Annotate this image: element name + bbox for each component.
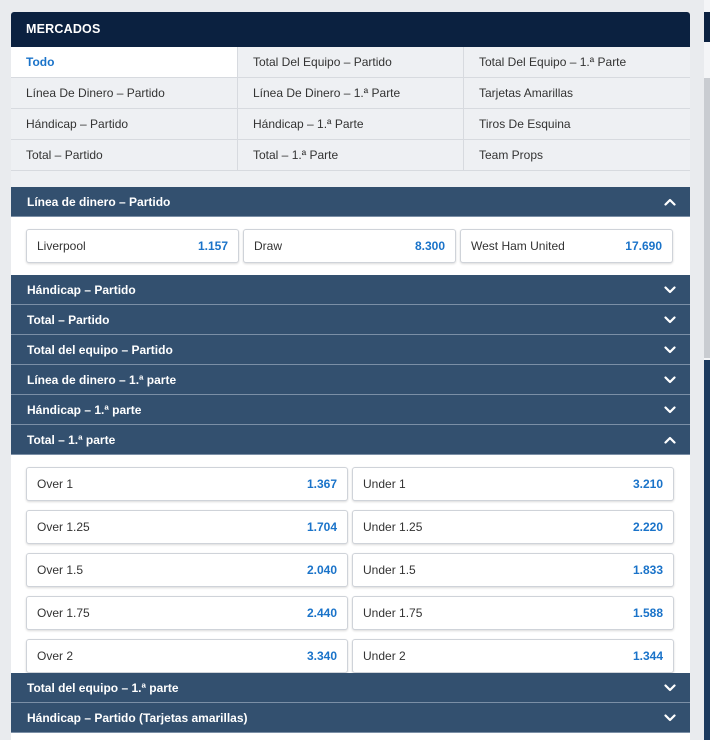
market-tab-corners[interactable]: Tiros De Esquina bbox=[464, 109, 690, 140]
odds-button-over[interactable]: Over 1.25 1.704 bbox=[26, 510, 348, 544]
odds-label: Draw bbox=[254, 239, 283, 253]
market-tab-moneyline-match[interactable]: Línea De Dinero – Partido bbox=[11, 78, 238, 109]
odds-label: Over 1.5 bbox=[37, 563, 84, 577]
odds-value: 3.340 bbox=[306, 649, 337, 663]
market-tab-yellow-cards[interactable]: Tarjetas Amarillas bbox=[464, 78, 690, 109]
chevron-down-icon bbox=[664, 712, 676, 724]
background-strip-bottom bbox=[704, 360, 710, 740]
odds-label: Over 1 bbox=[37, 477, 74, 491]
odds-value: 2.220 bbox=[632, 520, 663, 534]
odds-value: 3.210 bbox=[632, 477, 663, 491]
chevron-down-icon bbox=[664, 404, 676, 416]
market-tab-moneyline-1h[interactable]: Línea De Dinero – 1.ª Parte bbox=[238, 78, 464, 109]
section-header-handicap-match[interactable]: Hándicap – Partido bbox=[11, 275, 690, 305]
background-strip-mid bbox=[704, 78, 710, 358]
odds-button-under[interactable]: Under 1.25 2.220 bbox=[352, 510, 674, 544]
odds-label: Liverpool bbox=[37, 239, 86, 253]
market-tab-all[interactable]: Todo bbox=[11, 47, 238, 78]
odds-label: Under 2 bbox=[363, 649, 406, 663]
odds-button-over[interactable]: Over 1.75 2.440 bbox=[26, 596, 348, 630]
section-header-total-1h[interactable]: Total – 1.ª parte bbox=[11, 425, 690, 455]
section-header-moneyline-match[interactable]: Línea de dinero – Partido bbox=[11, 187, 690, 217]
total-1h-odds: Over 1 1.367 Under 1 3.210 Over 1.25 1.7… bbox=[11, 455, 690, 673]
odds-label: Under 1 bbox=[363, 477, 406, 491]
odds-label: Under 1.5 bbox=[363, 563, 416, 577]
odds-row: Over 1.25 1.704 Under 1.25 2.220 bbox=[26, 510, 675, 544]
section-header-team-total-1h[interactable]: Total del equipo – 1.ª parte bbox=[11, 673, 690, 703]
odds-button-under[interactable]: Under 1.75 1.588 bbox=[352, 596, 674, 630]
market-tab-team-total-match[interactable]: Total Del Equipo – Partido bbox=[238, 47, 464, 78]
odds-label: West Ham United bbox=[471, 239, 565, 253]
market-tab-total-match[interactable]: Total – Partido bbox=[11, 140, 238, 171]
odds-button-west-ham[interactable]: West Ham United 17.690 bbox=[460, 229, 673, 263]
market-tab-total-1h[interactable]: Total – 1.ª Parte bbox=[238, 140, 464, 171]
odds-button-over[interactable]: Over 1 1.367 bbox=[26, 467, 348, 501]
market-tab-handicap-match[interactable]: Hándicap – Partido bbox=[11, 109, 238, 140]
odds-value: 1.833 bbox=[632, 563, 663, 577]
chevron-down-icon bbox=[664, 284, 676, 296]
odds-value: 1.344 bbox=[632, 649, 663, 663]
odds-row: Over 1.5 2.040 Under 1.5 1.833 bbox=[26, 553, 675, 587]
markets-panel: MERCADOS Todo Total Del Equipo – Partido… bbox=[11, 12, 690, 740]
odds-value: 1.367 bbox=[306, 477, 337, 491]
market-tab-team-total-1h[interactable]: Total Del Equipo – 1.ª Parte bbox=[464, 47, 690, 78]
chevron-down-icon bbox=[664, 344, 676, 356]
odds-button-draw[interactable]: Draw 8.300 bbox=[243, 229, 456, 263]
odds-button-liverpool[interactable]: Liverpool 1.157 bbox=[26, 229, 239, 263]
section-header-total-match[interactable]: Total – Partido bbox=[11, 305, 690, 335]
section-title: Hándicap – Partido bbox=[27, 283, 136, 297]
section-title: Total – Partido bbox=[27, 313, 110, 327]
section-gap bbox=[11, 171, 690, 187]
odds-label: Over 2 bbox=[37, 649, 74, 663]
section-header-team-total-match[interactable]: Total del equipo – Partido bbox=[11, 335, 690, 365]
odds-button-over[interactable]: Over 1.5 2.040 bbox=[26, 553, 348, 587]
markets-header: MERCADOS bbox=[11, 12, 690, 47]
section-title: Hándicap – Partido (Tarjetas amarillas) bbox=[27, 711, 248, 725]
odds-button-under[interactable]: Under 1 3.210 bbox=[352, 467, 674, 501]
odds-value: 1.157 bbox=[197, 239, 228, 253]
odds-row: Over 2 3.340 Under 2 1.344 bbox=[26, 639, 675, 673]
odds-value: 1.588 bbox=[632, 606, 663, 620]
section-title: Total – 1.ª parte bbox=[27, 433, 116, 447]
odds-value: 17.690 bbox=[625, 239, 662, 253]
market-tab-handicap-1h[interactable]: Hándicap – 1.ª Parte bbox=[238, 109, 464, 140]
background-strip bbox=[704, 0, 710, 740]
odds-label: Under 1.25 bbox=[363, 520, 423, 534]
odds-label: Over 1.25 bbox=[37, 520, 90, 534]
section-title: Total del equipo – 1.ª parte bbox=[27, 681, 179, 695]
section-header-moneyline-1h[interactable]: Línea de dinero – 1.ª parte bbox=[11, 365, 690, 395]
odds-button-under[interactable]: Under 1.5 1.833 bbox=[352, 553, 674, 587]
chevron-up-icon bbox=[664, 434, 676, 446]
section-title: Total del equipo – Partido bbox=[27, 343, 173, 357]
markets-grid: Todo Total Del Equipo – Partido Total De… bbox=[11, 47, 690, 171]
odds-value: 2.040 bbox=[306, 563, 337, 577]
odds-row: Over 1.75 2.440 Under 1.75 1.588 bbox=[26, 596, 675, 630]
odds-value: 1.704 bbox=[306, 520, 337, 534]
odds-row: Over 1 1.367 Under 1 3.210 bbox=[26, 467, 675, 501]
odds-label: Under 1.75 bbox=[363, 606, 423, 620]
moneyline-odds: Liverpool 1.157 Draw 8.300 West Ham Unit… bbox=[11, 217, 690, 275]
section-header-handicap-yellow-cards[interactable]: Hándicap – Partido (Tarjetas amarillas) bbox=[11, 703, 690, 733]
background-strip-top bbox=[704, 12, 710, 42]
section-title: Línea de dinero – 1.ª parte bbox=[27, 373, 177, 387]
market-tab-team-props[interactable]: Team Props bbox=[464, 140, 690, 171]
section-title: Línea de dinero – Partido bbox=[27, 195, 171, 209]
section-header-handicap-1h[interactable]: Hándicap – 1.ª parte bbox=[11, 395, 690, 425]
odds-button-under[interactable]: Under 2 1.344 bbox=[352, 639, 674, 673]
section-title: Hándicap – 1.ª parte bbox=[27, 403, 142, 417]
chevron-up-icon bbox=[664, 196, 676, 208]
odds-label: Over 1.75 bbox=[37, 606, 90, 620]
odds-button-over[interactable]: Over 2 3.340 bbox=[26, 639, 348, 673]
chevron-down-icon bbox=[664, 314, 676, 326]
odds-value: 8.300 bbox=[414, 239, 445, 253]
chevron-down-icon bbox=[664, 374, 676, 386]
chevron-down-icon bbox=[664, 682, 676, 694]
odds-value: 2.440 bbox=[306, 606, 337, 620]
